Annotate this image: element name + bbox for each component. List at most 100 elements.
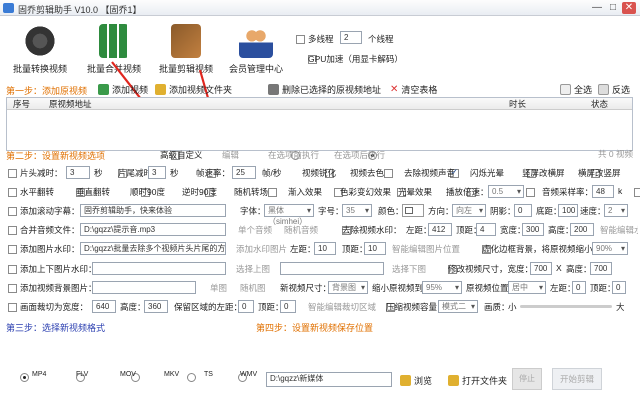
save-path-input[interactable]: D:\gqzz\新媒体 xyxy=(266,372,392,387)
img-left-input[interactable]: 10 xyxy=(314,242,336,255)
decolor-checkbox[interactable] xyxy=(384,169,394,179)
speed-select[interactable]: 0.5 xyxy=(488,185,524,198)
shrink-select[interactable]: 95% xyxy=(422,281,462,294)
random-transition-checkbox[interactable] xyxy=(268,188,278,198)
before-label: 在选项前执行 xyxy=(268,150,320,160)
wm-width-input[interactable]: 300 xyxy=(522,223,544,236)
bg-path-input[interactable] xyxy=(92,281,196,294)
wm-left-input[interactable]: 412 xyxy=(428,223,452,236)
smart-wm-button[interactable]: 智能编辑水印位置 xyxy=(600,224,638,236)
batch-merge-button[interactable]: 批量合并视频 xyxy=(86,24,142,75)
sample-rate-checkbox[interactable] xyxy=(633,188,640,198)
speed-checkbox[interactable] xyxy=(526,188,536,198)
choose-top-img-button[interactable]: 选择上图 xyxy=(236,263,270,275)
add-wm-img-button[interactable]: 添加水印图片 xyxy=(236,243,287,255)
crop-label: 画面裁切为宽度： xyxy=(20,302,89,312)
clear-table-button[interactable]: ✕ 清空表格 xyxy=(390,83,437,96)
multithread-checkbox[interactable] xyxy=(296,35,305,45)
start-label: 开始剪辑 xyxy=(559,374,594,384)
crop-checkbox[interactable] xyxy=(8,303,17,313)
quality-label: 画质： xyxy=(484,302,510,312)
choose-bottom-img-button[interactable]: 选择下图 xyxy=(392,263,426,275)
member-center-button[interactable]: 会员管理中心 xyxy=(228,24,284,75)
pos-select[interactable]: 居中 xyxy=(508,281,546,294)
top-bottom-wm-checkbox[interactable] xyxy=(8,265,17,275)
edit-label[interactable]: 编辑 xyxy=(222,149,239,161)
col-index[interactable]: 序号 xyxy=(13,98,30,110)
merge-audio-checkbox[interactable] xyxy=(8,226,17,236)
video-table[interactable]: 序号 原视频地址 时长 状态 xyxy=(6,97,633,151)
crop-width-input[interactable]: 640 xyxy=(92,300,116,313)
scroll-subtitle-checkbox[interactable] xyxy=(8,207,17,217)
crop-left-input[interactable]: 0 xyxy=(238,300,254,313)
select-all-button[interactable]: 全选 xyxy=(560,83,592,96)
start-button[interactable]: 开始剪辑 xyxy=(552,368,602,390)
crop-height-label: 高度： xyxy=(120,302,146,312)
add-folder-button[interactable]: 添加视频文件夹 xyxy=(155,83,232,96)
font-select[interactable]: 黑体（simhei） xyxy=(264,204,314,226)
sample-rate-input[interactable]: 48 xyxy=(592,185,614,198)
bg-size-select[interactable]: 背景图 xyxy=(328,281,368,294)
batch-convert-button[interactable]: 批量转换视频 xyxy=(12,24,68,75)
batch-edit-button[interactable]: 批量剪辑视频 xyxy=(156,24,216,75)
browse-button[interactable]: 浏览 xyxy=(400,374,432,387)
size-height-input[interactable]: 700 xyxy=(590,262,612,275)
size-select[interactable]: 35 xyxy=(342,204,372,217)
col-status[interactable]: 状态 xyxy=(591,98,608,110)
minimize-button[interactable]: — xyxy=(590,2,604,14)
img-top-input[interactable]: 10 xyxy=(364,242,386,255)
scroll-speed-select[interactable]: 2 xyxy=(604,204,628,217)
direction-select[interactable]: 向左 xyxy=(452,204,486,217)
fade-in-label: 渐入效果 xyxy=(288,187,323,197)
format-radio-mp4[interactable] xyxy=(20,373,29,383)
smart-img-button[interactable]: 智能编辑图片位置 xyxy=(392,243,460,255)
subtitle-input[interactable]: 固乔剪辑助手，快来体验 xyxy=(80,204,226,217)
decolor-label: 视频去色 xyxy=(350,168,385,178)
col-duration[interactable]: 时长 xyxy=(509,98,526,110)
wm-height-input[interactable]: 200 xyxy=(570,223,594,236)
hflip-checkbox[interactable] xyxy=(8,188,17,198)
cut-head-checkbox[interactable] xyxy=(8,169,17,179)
close-button[interactable]: ✕ xyxy=(622,2,636,14)
bottom-img-input[interactable] xyxy=(280,262,384,275)
top-img-input[interactable] xyxy=(92,262,226,275)
quality-slider[interactable] xyxy=(520,305,612,308)
audio-path-input[interactable]: D:\gqzz\提示音.mp3 xyxy=(80,223,226,236)
cut-head-input[interactable]: 3 xyxy=(66,166,90,179)
crop-top-input[interactable]: 0 xyxy=(280,300,296,313)
smart-crop-button[interactable]: 智能编辑裁切区域 xyxy=(308,301,376,313)
single-img-button[interactable]: 单图 xyxy=(210,282,227,294)
open-folder-label: 打开文件夹 xyxy=(462,376,508,386)
vsplit-label: 竖屏改横屏 xyxy=(522,168,565,178)
crop-height-input[interactable]: 360 xyxy=(144,300,168,313)
blur-select[interactable]: 90% xyxy=(592,242,628,255)
invert-button[interactable]: 反选 xyxy=(598,83,630,96)
cut-tail-input[interactable]: 3 xyxy=(148,166,166,179)
wm-top-input[interactable]: 4 xyxy=(476,223,496,236)
mode-select[interactable]: 模式二 xyxy=(438,300,478,313)
fps-input[interactable]: 25 xyxy=(232,166,256,179)
delete-selected-button[interactable]: 删除已选择的原视频地址 xyxy=(268,83,381,96)
random-transition-label: 随机转场 xyxy=(234,187,269,197)
wm-path-input[interactable]: D:\gqzz\批量去除多个视频片头片尾的方法 xyxy=(80,242,226,255)
size-width-input[interactable]: 700 xyxy=(530,262,552,275)
random-audio-button[interactable]: 随机音频 xyxy=(284,224,318,236)
add-video-button[interactable]: 添加视频 xyxy=(98,83,148,96)
title-bar: 固乔剪辑助手 V10.0 【固乔1】 — □ ✕ xyxy=(0,0,640,16)
col-path[interactable]: 原视频地址 xyxy=(49,98,92,110)
threads-input[interactable]: 2 xyxy=(340,31,362,44)
bg-top-input[interactable]: 0 xyxy=(612,281,626,294)
stop-button[interactable]: 停止 xyxy=(512,368,542,390)
maximize-button[interactable]: □ xyxy=(606,2,620,14)
bg-left-input[interactable]: 0 xyxy=(572,281,586,294)
format-radio-mkv[interactable] xyxy=(186,373,196,383)
open-folder-button[interactable]: 打开文件夹 xyxy=(448,374,507,387)
single-audio-button[interactable]: 单个音频 xyxy=(238,224,272,236)
color-picker[interactable] xyxy=(402,204,424,217)
random-img-button[interactable]: 随机图 xyxy=(240,282,266,294)
shadow-input[interactable]: 0 xyxy=(514,204,532,217)
cut-head-label: 片头减时： xyxy=(20,168,63,178)
add-bg-checkbox[interactable] xyxy=(8,284,17,294)
bottom-input[interactable]: 100 xyxy=(558,204,578,217)
add-wm-checkbox[interactable] xyxy=(8,245,17,255)
